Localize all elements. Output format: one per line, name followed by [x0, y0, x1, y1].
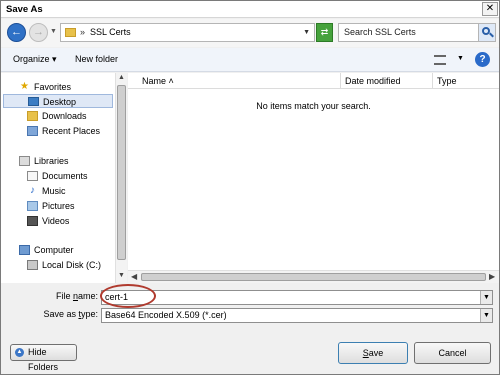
save-type-label: Save as type: — [43, 309, 98, 319]
refresh-button[interactable]: ⇄ — [316, 23, 333, 42]
hide-folders-button[interactable]: ▲ Hide Folders — [10, 344, 77, 372]
sidebar-item-label: Desktop — [43, 97, 77, 107]
view-options-icon[interactable] — [434, 55, 446, 65]
save-button[interactable]: Save — [338, 342, 408, 364]
save-form: File name: cert-1 ▼ Save as type: Base64… — [1, 285, 499, 325]
forward-button[interactable]: → — [29, 23, 48, 42]
column-header-name[interactable]: Name ˄ — [142, 76, 174, 86]
folder-icon — [65, 28, 76, 37]
sidebar-item-label: Videos — [42, 216, 70, 226]
music-icon: ♪ — [30, 185, 35, 196]
sidebar-group-computer[interactable]: Computer — [19, 243, 113, 257]
sidebar-item-downloads[interactable]: Downloads — [27, 109, 113, 123]
breadcrumb-separator: » — [80, 27, 86, 37]
navigation-pane: ★ Favorites Desktop Downloads Recent Pla… — [1, 73, 127, 283]
address-dropdown-icon[interactable]: ▼ — [303, 29, 310, 36]
column-header-row: Name ˄ Date modified Type — [128, 73, 499, 89]
chevron-up-icon: ▲ — [15, 348, 24, 357]
horizontal-scroll-thumb[interactable] — [141, 273, 486, 281]
recent-pages-icon[interactable]: ▼ — [50, 28, 57, 35]
sidebar-item-label: Documents — [42, 171, 88, 181]
sidebar-group-libraries[interactable]: Libraries — [19, 154, 113, 168]
drive-icon — [27, 260, 38, 270]
recent-places-icon — [27, 126, 38, 136]
desktop-icon — [28, 97, 39, 106]
navigation-bar: ← → ▼ » SSL Certs ▼ ⇄ Search SSL Certs — [1, 19, 499, 47]
column-divider[interactable] — [340, 73, 341, 89]
command-bar: Organize ▾ New folder ▼ ? — [1, 48, 499, 72]
cancel-button[interactable]: Cancel — [414, 342, 491, 364]
scroll-down-icon[interactable]: ▼ — [118, 272, 125, 279]
sidebar-group-label: Computer — [34, 245, 74, 255]
scroll-up-icon[interactable]: ▲ — [118, 74, 125, 81]
computer-icon — [19, 245, 30, 255]
documents-icon — [27, 171, 38, 181]
horizontal-scrollbar[interactable]: ◀ ▶ — [128, 270, 499, 283]
save-as-dialog: Save As ✕ ← → ▼ » SSL Certs ▼ ⇄ Search S… — [0, 0, 500, 375]
file-list[interactable]: Name ˄ Date modified Type No items match… — [128, 73, 499, 283]
back-button[interactable]: ← — [7, 23, 26, 42]
videos-icon — [27, 216, 38, 226]
help-icon[interactable]: ? — [475, 52, 490, 67]
file-name-dropdown-icon[interactable]: ▼ — [480, 291, 492, 304]
sidebar-scrollbar[interactable]: ▲ ▼ — [115, 73, 127, 283]
sidebar-item-recent-places[interactable]: Recent Places — [27, 124, 113, 138]
sidebar-item-label: Pictures — [42, 201, 75, 211]
sidebar-item-local-disk[interactable]: Local Disk (C:) — [27, 258, 113, 272]
search-placeholder: Search SSL Certs — [344, 27, 416, 37]
file-name-label: File name: — [55, 291, 98, 301]
libraries-icon — [19, 156, 30, 166]
new-folder-button[interactable]: New folder — [75, 54, 118, 64]
title-bar: Save As ✕ — [1, 1, 499, 18]
view-dropdown-icon[interactable]: ▼ — [457, 55, 464, 62]
sidebar-item-documents[interactable]: Documents — [27, 169, 113, 183]
star-icon: ★ — [20, 81, 29, 92]
pictures-icon — [27, 201, 38, 211]
search-input[interactable]: Search SSL Certs — [338, 23, 496, 42]
sidebar-item-videos[interactable]: Videos — [27, 214, 113, 228]
address-bar[interactable]: » SSL Certs ▼ — [60, 23, 315, 42]
scroll-right-icon[interactable]: ▶ — [489, 272, 495, 281]
save-type-value: Base64 Encoded X.509 (*.cer) — [105, 310, 227, 320]
sidebar-group-favorites[interactable]: ★ Favorites — [19, 80, 113, 94]
organize-button[interactable]: Organize ▾ — [13, 54, 57, 65]
sidebar-item-music[interactable]: ♪ Music — [27, 184, 113, 198]
sidebar-item-label: Recent Places — [42, 126, 101, 136]
column-divider[interactable] — [432, 73, 433, 89]
sidebar-item-label: Downloads — [42, 111, 87, 121]
column-header-date-modified[interactable]: Date modified — [345, 76, 401, 86]
close-button[interactable]: ✕ — [482, 2, 498, 16]
sidebar-group-label: Favorites — [34, 82, 72, 92]
sidebar-item-desktop[interactable]: Desktop — [3, 94, 113, 108]
sidebar-group-label: Libraries — [34, 156, 69, 166]
sidebar-item-label: Local Disk (C:) — [42, 260, 102, 270]
sidebar-item-label: Music — [42, 186, 66, 196]
search-icon[interactable] — [478, 24, 495, 41]
column-header-type[interactable]: Type — [437, 76, 457, 86]
breadcrumb-ssl-certs[interactable]: SSL Certs — [90, 27, 131, 37]
scroll-left-icon[interactable]: ◀ — [131, 272, 137, 281]
file-name-field[interactable]: cert-1 ▼ — [101, 290, 493, 305]
save-as-type-select[interactable]: Base64 Encoded X.509 (*.cer) ▼ — [101, 308, 493, 323]
sidebar-item-pictures[interactable]: Pictures — [27, 199, 113, 213]
sidebar-scroll-thumb[interactable] — [117, 85, 126, 260]
save-type-dropdown-icon[interactable]: ▼ — [480, 309, 492, 322]
annotation-circle — [100, 284, 156, 308]
downloads-folder-icon — [27, 111, 38, 121]
empty-message: No items match your search. — [256, 101, 371, 111]
window-title: Save As — [6, 4, 43, 15]
